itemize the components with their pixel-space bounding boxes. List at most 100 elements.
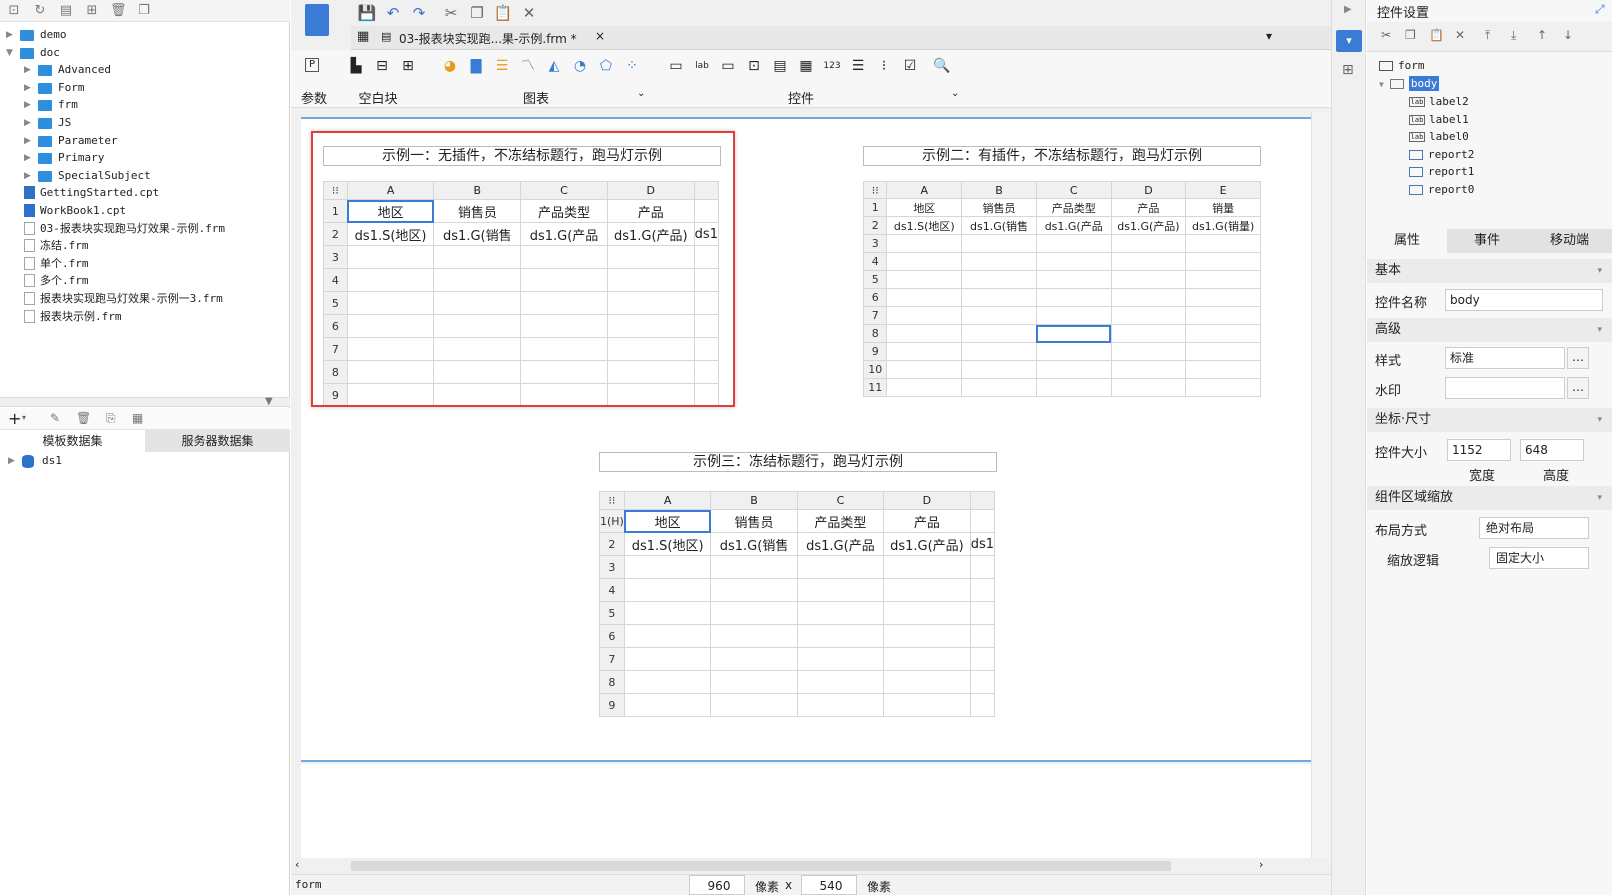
- grid-cell[interactable]: 产品类型: [1035, 198, 1112, 217]
- grid-cell[interactable]: [969, 555, 996, 579]
- report-title[interactable]: 示例三：冻结标题行，跑马灯示例: [599, 452, 997, 472]
- tree-file[interactable]: 报表块实现跑马灯效果-示例一3.frm: [0, 290, 290, 308]
- copy-icon[interactable]: ❐: [1405, 28, 1416, 42]
- copy-icon[interactable]: ❐: [467, 4, 487, 22]
- paste-icon[interactable]: 📋: [493, 4, 513, 22]
- row-header[interactable]: 9: [599, 693, 625, 717]
- tree-file[interactable]: WorkBook1.cpt: [0, 202, 290, 220]
- section-basic[interactable]: 基本 ▾: [1367, 259, 1612, 283]
- textarea-widget-icon[interactable]: ☰: [849, 58, 867, 74]
- grid-cell[interactable]: [1035, 324, 1112, 343]
- block-icon[interactable]: ▙: [347, 58, 365, 74]
- row-header[interactable]: 8: [862, 324, 888, 343]
- grid-cell[interactable]: ds1.G(产品: [1035, 216, 1112, 235]
- grid-cell[interactable]: [883, 578, 971, 602]
- style-more-button[interactable]: …: [1567, 347, 1589, 369]
- scatter-chart-icon[interactable]: ⁘: [623, 58, 641, 74]
- dataset-item[interactable]: ▶ ds1: [0, 452, 290, 470]
- column-header[interactable]: A: [623, 491, 712, 510]
- grid-cell[interactable]: ds1.G(销售: [961, 216, 1037, 235]
- add-folder-icon[interactable]: ⊞: [84, 3, 100, 19]
- chevron-right-icon[interactable]: ▶: [24, 79, 31, 97]
- grid-cell[interactable]: [1035, 288, 1112, 307]
- row-header[interactable]: 1: [862, 198, 888, 217]
- grid-cell[interactable]: [623, 601, 712, 625]
- chevron-right-icon[interactable]: ▶: [24, 167, 31, 185]
- number-widget-icon[interactable]: 123: [823, 58, 841, 74]
- grid-cell[interactable]: [623, 647, 712, 671]
- tree-file[interactable]: 多个.frm: [0, 272, 290, 290]
- grid-cell[interactable]: [969, 670, 996, 694]
- grid-cell[interactable]: [886, 288, 963, 307]
- grid-cell[interactable]: [961, 270, 1037, 289]
- tab-server-dataset[interactable]: 服务器数据集: [145, 430, 290, 452]
- grid-cell[interactable]: [883, 555, 971, 579]
- grid-cell[interactable]: 产品类型: [796, 509, 885, 533]
- row-header[interactable]: 10: [862, 360, 888, 379]
- text-widget-icon[interactable]: lab: [693, 58, 711, 74]
- area-chart-icon[interactable]: ◭: [545, 58, 563, 74]
- widget-settings-icon[interactable]: ▾: [1336, 30, 1362, 52]
- grid-cell[interactable]: [710, 670, 798, 694]
- tree-node-label2[interactable]: lab label2: [1409, 93, 1469, 111]
- grid-cell[interactable]: [1110, 234, 1187, 253]
- dataset-params-icon[interactable]: ▦: [132, 411, 143, 425]
- tree-folder[interactable]: ▶ Parameter: [0, 132, 290, 150]
- section-advanced[interactable]: 高级 ▾: [1367, 318, 1612, 342]
- undo-icon[interactable]: ↶: [383, 4, 403, 22]
- tree-folder[interactable]: ▶ SpecialSubject: [0, 167, 290, 185]
- refresh-icon[interactable]: ↻: [32, 3, 48, 19]
- grid-cell[interactable]: ds1.G(产品): [1110, 216, 1187, 235]
- grid-cell[interactable]: [961, 324, 1037, 343]
- grid-cell[interactable]: [796, 601, 885, 625]
- grid-cell[interactable]: [1110, 270, 1187, 289]
- grid-cell[interactable]: [1035, 360, 1112, 379]
- column-header[interactable]: C: [1035, 181, 1112, 199]
- add-dataset-icon[interactable]: +: [8, 409, 21, 428]
- new-file-icon[interactable]: ⊡: [6, 3, 22, 19]
- row-header[interactable]: 6: [862, 288, 888, 307]
- gauge-chart-icon[interactable]: ◔: [571, 58, 589, 74]
- grid-cell[interactable]: 销量: [1185, 198, 1261, 217]
- grid-cell[interactable]: [1185, 378, 1261, 397]
- tree-folder[interactable]: ▼ doc: [0, 44, 290, 62]
- grid-cell[interactable]: [969, 693, 996, 717]
- grid-cell[interactable]: [883, 670, 971, 694]
- move-top-icon[interactable]: ⤒: [1485, 28, 1490, 43]
- line-chart-icon[interactable]: 〽: [519, 58, 537, 74]
- tree-folder[interactable]: ▶ frm: [0, 96, 290, 114]
- save-icon[interactable]: 💾: [357, 4, 377, 22]
- list-widget-icon[interactable]: ▤: [771, 58, 789, 74]
- grid-cell[interactable]: 产品: [1110, 198, 1187, 217]
- column-header[interactable]: [969, 491, 996, 510]
- close-icon[interactable]: ✕: [519, 4, 539, 22]
- column-header[interactable]: D: [1110, 181, 1187, 199]
- horizontal-scrollbar[interactable]: ‹ ›: [291, 858, 1311, 874]
- delete-icon[interactable]: 🗑: [110, 3, 127, 19]
- grid-cell[interactable]: [969, 624, 996, 648]
- chevron-right-icon[interactable]: ▶: [24, 149, 31, 167]
- tree-node-report0[interactable]: report0: [1409, 181, 1474, 199]
- delete-icon[interactable]: ✕: [1455, 28, 1465, 42]
- grid-cell[interactable]: [1185, 342, 1261, 361]
- grid-cell[interactable]: [1035, 234, 1112, 253]
- tree-folder[interactable]: ▶ Form: [0, 79, 290, 97]
- tree-node-body[interactable]: ▼ body: [1379, 75, 1440, 93]
- radar-chart-icon[interactable]: ⬠: [597, 58, 615, 74]
- grid-cell[interactable]: [1110, 252, 1187, 271]
- chevron-right-icon[interactable]: ▶: [24, 114, 31, 132]
- vertical-scrollbar[interactable]: [1311, 112, 1329, 857]
- section-scale[interactable]: 组件区域缩放 ▾: [1367, 486, 1612, 510]
- grid-cell[interactable]: [796, 693, 885, 717]
- radio-widget-icon[interactable]: ⁝: [875, 58, 893, 74]
- grid-cell[interactable]: [1185, 252, 1261, 271]
- row-header[interactable]: 5: [599, 601, 625, 625]
- cut-icon[interactable]: ✂: [441, 4, 461, 22]
- row-header[interactable]: 8: [599, 670, 625, 694]
- column-header[interactable]: A: [886, 181, 963, 199]
- grid-cell[interactable]: [710, 601, 798, 625]
- grid-cell[interactable]: [969, 601, 996, 625]
- scroll-thumb[interactable]: [351, 861, 1171, 871]
- grid-cell[interactable]: [1185, 270, 1261, 289]
- grid-cell[interactable]: [623, 693, 712, 717]
